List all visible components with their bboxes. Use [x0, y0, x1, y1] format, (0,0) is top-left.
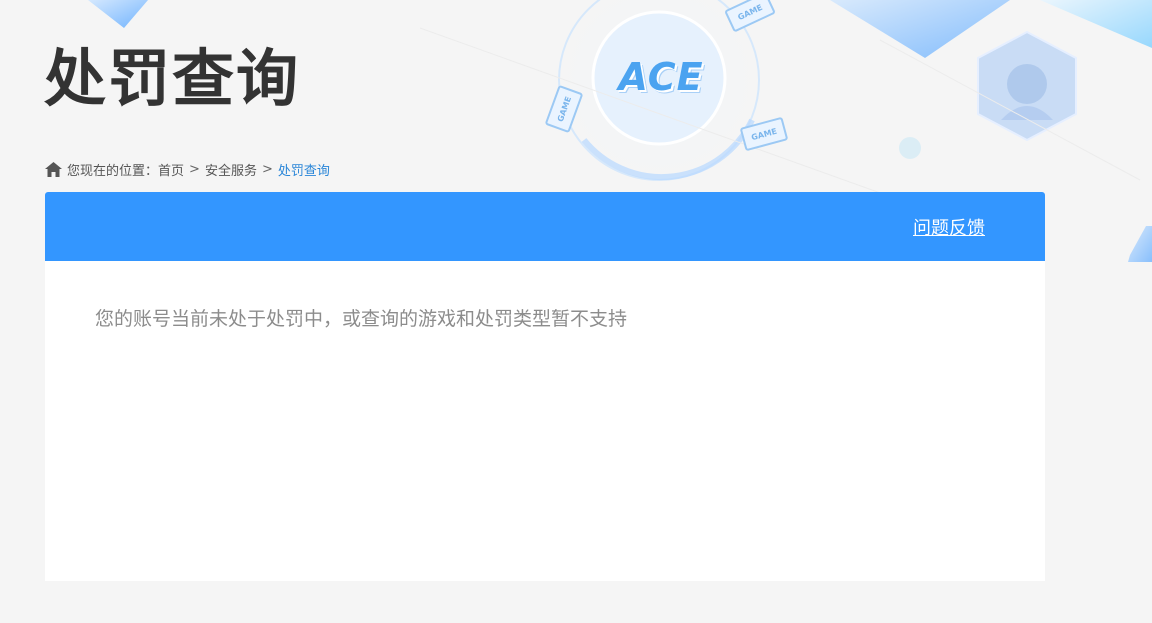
panel-header: 问题反馈: [45, 192, 1045, 261]
result-panel: 问题反馈 您的账号当前未处于处罚中，或查询的游戏和处罚类型暂不支持: [45, 192, 1045, 581]
orb-ring: [558, 0, 760, 181]
breadcrumb-separator: >: [189, 161, 200, 177]
crystal-shape: [1128, 226, 1152, 262]
breadcrumb: 您现在的位置： 首页 > 安全服务 > 处罚查询: [45, 159, 330, 179]
page-title: 处罚查询: [44, 42, 301, 115]
crystal-shape: [88, 0, 148, 28]
avatar-hexagon: [977, 30, 1077, 142]
orb-inner: [591, 10, 727, 146]
game-tag: GAME: [724, 0, 776, 33]
game-tag: GAME: [739, 116, 789, 152]
breadcrumb-prefix: 您现在的位置：: [67, 163, 159, 179]
crystal-shape: [1040, 0, 1152, 48]
orb-glow: [551, 0, 767, 188]
crystal-shape: [830, 0, 1010, 58]
ace-logo-text: ACE: [618, 55, 704, 99]
breadcrumb-home-link[interactable]: 首页: [158, 160, 184, 179]
breadcrumb-security-link[interactable]: 安全服务: [205, 160, 257, 179]
breadcrumb-separator: >: [261, 161, 273, 177]
home-icon: [45, 161, 62, 177]
feedback-link[interactable]: 问题反馈: [913, 214, 985, 240]
orb-arc: [581, 118, 755, 181]
game-tag: GAME: [544, 84, 584, 134]
result-message: 您的账号当前未处于处罚中，或查询的游戏和处罚类型暂不支持: [95, 308, 628, 330]
breadcrumb-current: 处罚查询: [277, 163, 330, 179]
ace-logo: ACE: [606, 52, 716, 102]
